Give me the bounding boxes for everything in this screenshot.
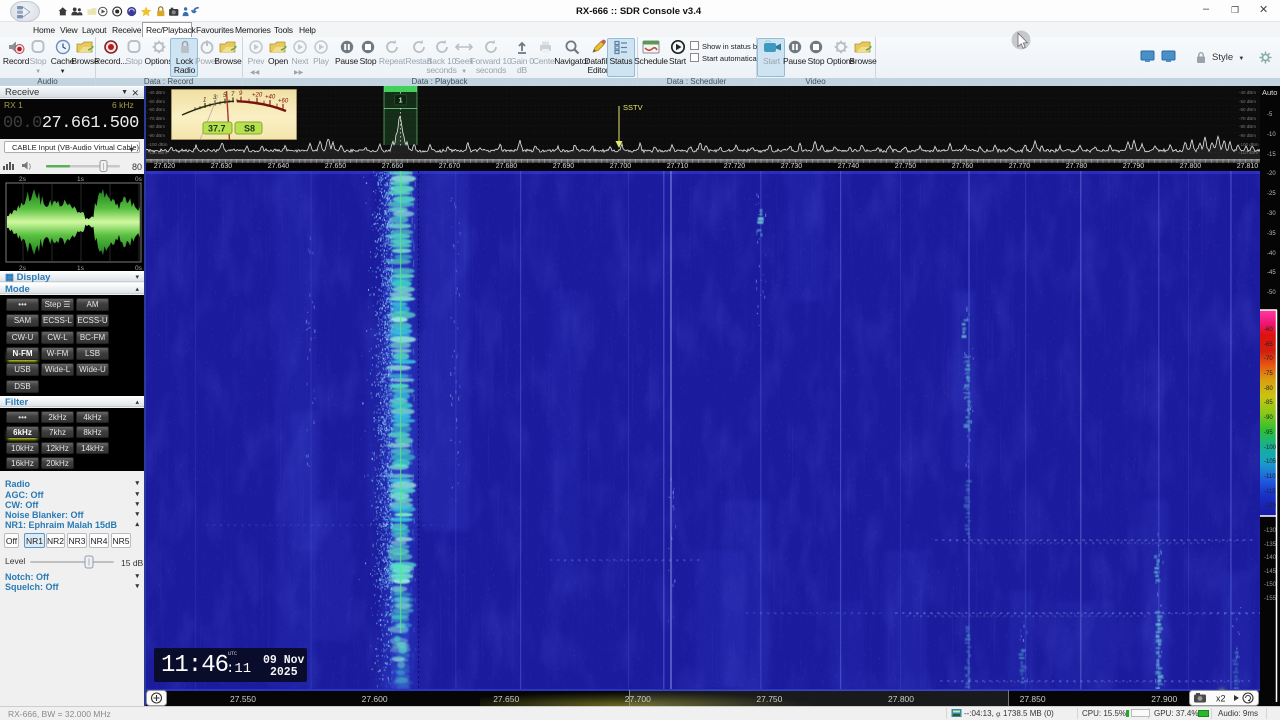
svg-text:-90 dBm: -90 dBm <box>148 133 165 138</box>
svg-text:-45: -45 <box>1267 270 1276 276</box>
svg-text:15 dB: 15 dB <box>121 558 144 568</box>
svg-text:x2: x2 <box>1216 693 1226 703</box>
svg-text:-60 dBm: -60 dBm <box>148 107 165 112</box>
svg-text:-80 dBm: -80 dBm <box>1239 124 1256 129</box>
svg-text:-80: -80 <box>1264 386 1273 392</box>
svg-text:-60 dBm: -60 dBm <box>1239 107 1256 112</box>
svg-text:-85: -85 <box>1264 400 1273 406</box>
svg-text:-40 dBm: -40 dBm <box>1239 90 1256 95</box>
svg-text:-75: -75 <box>1264 371 1273 377</box>
svg-text:-145: -145 <box>1264 569 1277 575</box>
svg-text:-115: -115 <box>1264 489 1276 495</box>
svg-text:-105: -105 <box>1264 459 1277 465</box>
svg-text:-35: -35 <box>1267 231 1276 237</box>
svg-text:-90: -90 <box>1264 415 1273 421</box>
svg-text:-135: -135 <box>1264 542 1277 548</box>
svg-text:-60: -60 <box>1264 327 1273 333</box>
svg-text:+40: +40 <box>265 95 276 101</box>
svg-text:-95: -95 <box>1264 430 1273 436</box>
svg-text:-30: -30 <box>1267 211 1276 217</box>
svg-text:-130: -130 <box>1264 528 1277 534</box>
svg-text:-120: -120 <box>1264 503 1277 509</box>
svg-text:-40 dBm: -40 dBm <box>148 90 165 95</box>
svg-text:-110: -110 <box>1264 474 1276 480</box>
svg-text:-90 dBm: -90 dBm <box>1239 133 1256 138</box>
svg-text:80: 80 <box>132 162 142 172</box>
svg-text:-70 dBm: -70 dBm <box>148 116 165 121</box>
svg-text:-50: -50 <box>1267 290 1276 296</box>
svg-text:SSTV: SSTV <box>623 103 643 112</box>
svg-text:-100 dBm: -100 dBm <box>148 142 168 147</box>
svg-text:1s: 1s <box>77 176 85 183</box>
svg-text:-10: -10 <box>1267 132 1276 138</box>
svg-text:-80 dBm: -80 dBm <box>148 124 165 129</box>
svg-text:-140: -140 <box>1264 555 1277 561</box>
svg-text:-70 dBm: -70 dBm <box>1239 116 1256 121</box>
svg-text:-25: -25 <box>1267 191 1276 197</box>
svg-text:+20: +20 <box>252 92 263 98</box>
svg-text:-20: -20 <box>1267 171 1276 177</box>
svg-text:-100 dBm: -100 dBm <box>1239 142 1259 147</box>
svg-text:2s: 2s <box>19 176 27 183</box>
svg-text:-65: -65 <box>1264 342 1273 348</box>
svg-text:-155: -155 <box>1264 596 1277 602</box>
svg-text:-100: -100 <box>1264 445 1277 451</box>
svg-text:1: 1 <box>203 98 206 104</box>
svg-text:0s: 0s <box>135 176 143 183</box>
svg-text:37.7: 37.7 <box>208 124 226 134</box>
svg-text:-50 dBm: -50 dBm <box>1239 99 1256 104</box>
svg-text:-50 dBm: -50 dBm <box>148 99 165 104</box>
svg-text:-40: -40 <box>1267 251 1276 257</box>
svg-text:1: 1 <box>399 98 403 105</box>
svg-text:-5: -5 <box>1267 112 1273 118</box>
svg-text:-15: -15 <box>1267 152 1276 158</box>
svg-text:Auto: Auto <box>1262 88 1277 97</box>
svg-text:+60: +60 <box>278 98 289 104</box>
svg-text:-150: -150 <box>1264 582 1277 588</box>
svg-text:S8: S8 <box>244 124 255 134</box>
svg-text:-70: -70 <box>1264 356 1273 362</box>
